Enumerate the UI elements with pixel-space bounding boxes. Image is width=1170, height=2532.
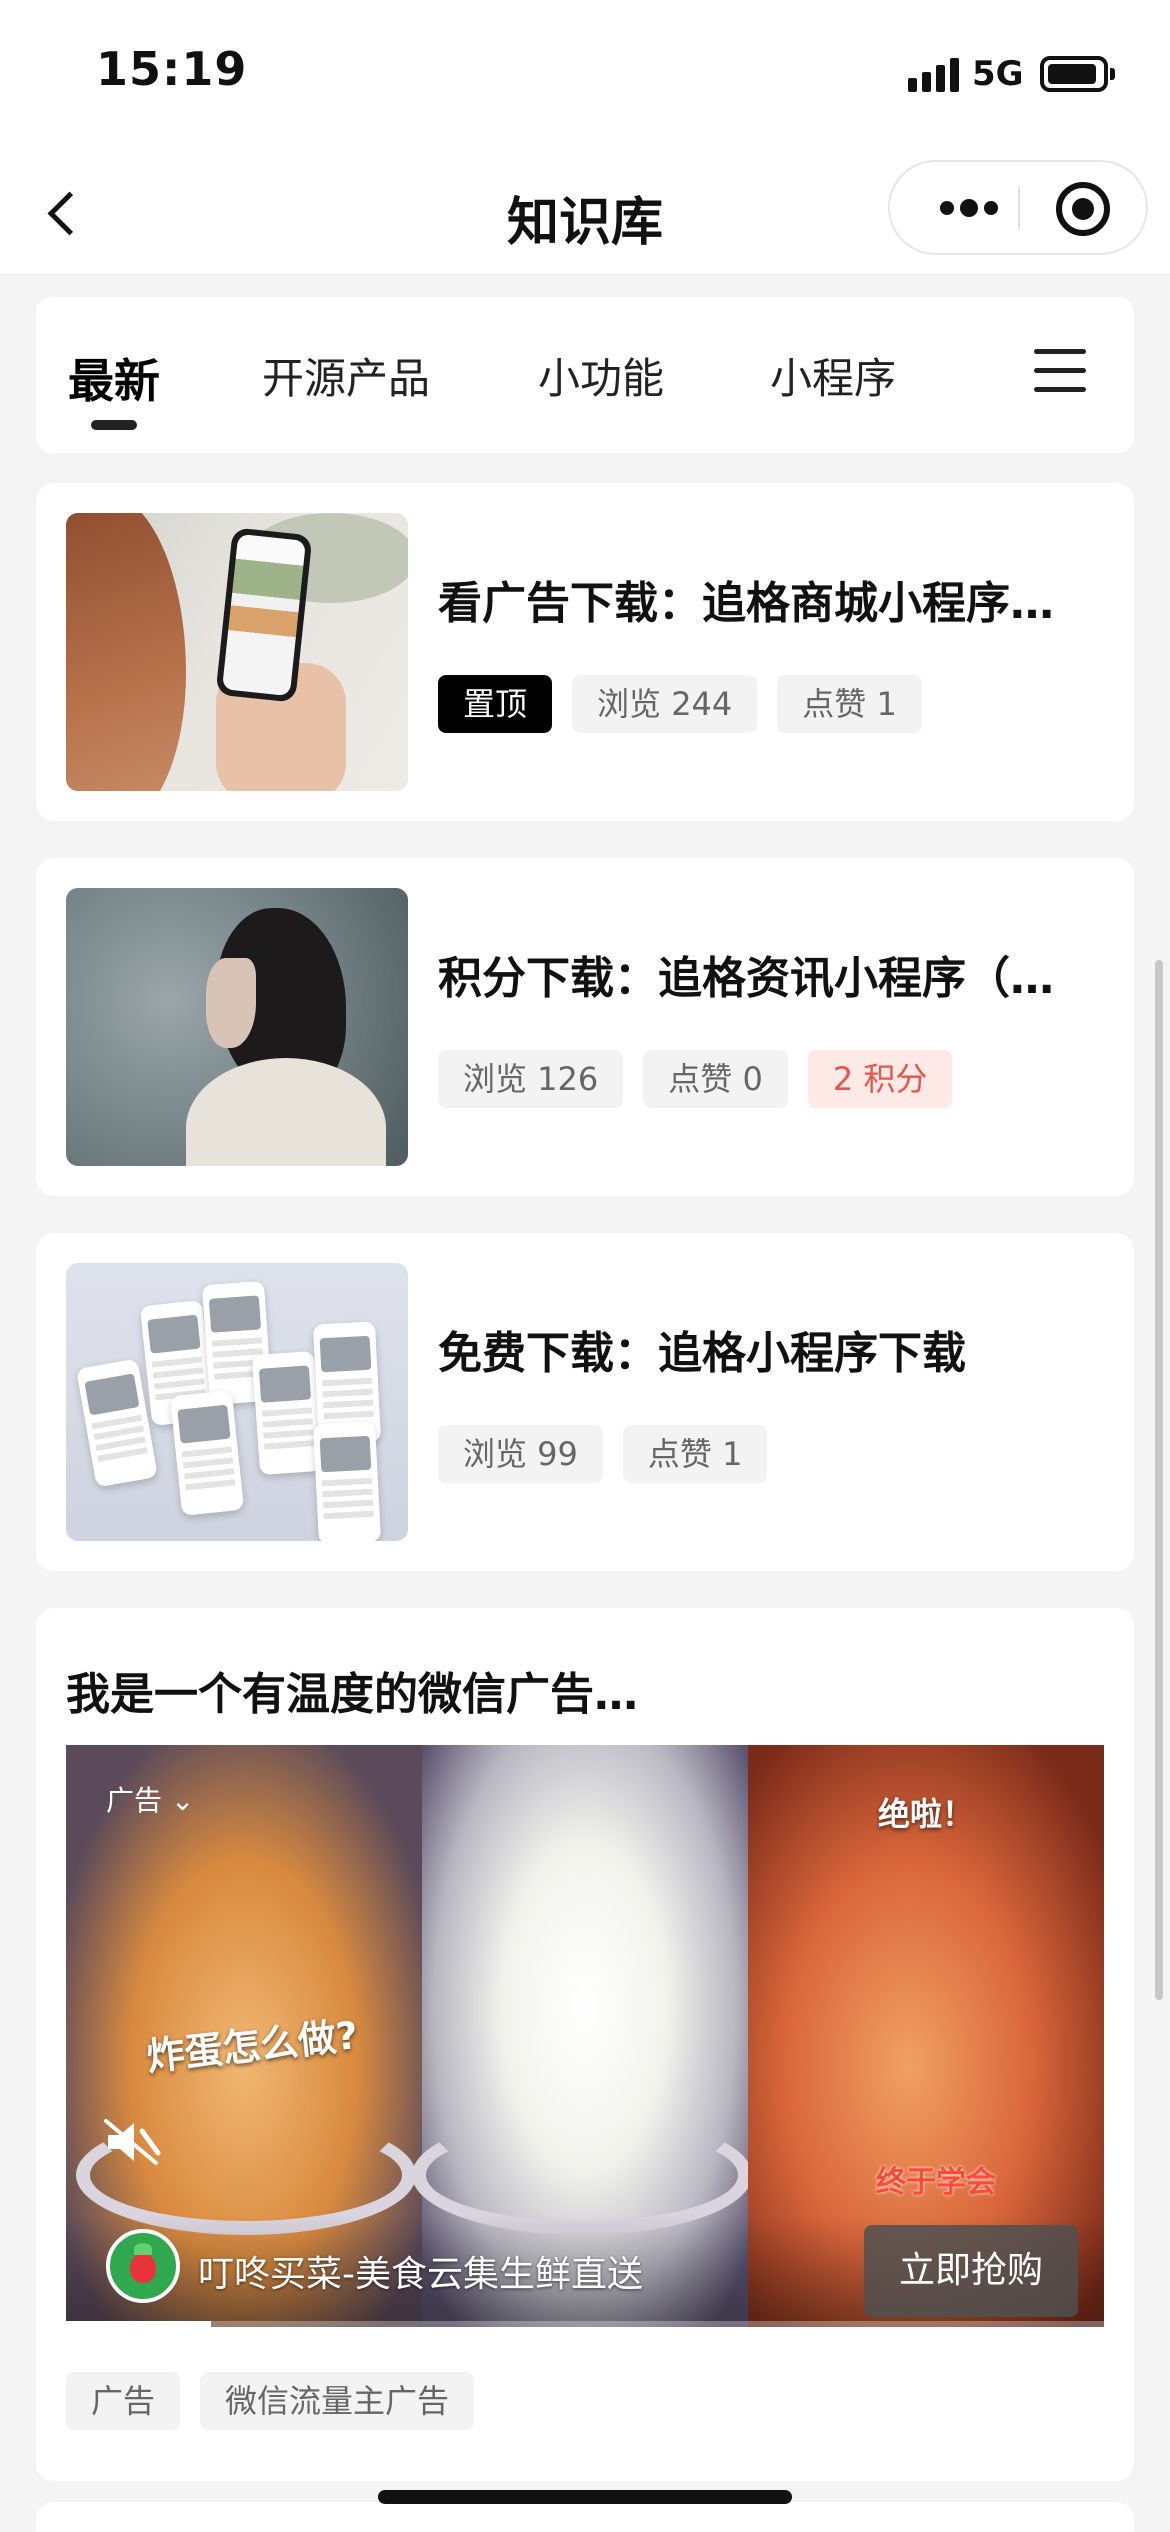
tab-mini-programs[interactable]: 小程序 [770, 345, 896, 406]
home-indicator[interactable] [378, 2490, 792, 2504]
next-card [36, 2502, 1134, 2532]
ad-title: 我是一个有温度的微信广告… [66, 1669, 638, 1720]
video-progress-fill [66, 2321, 212, 2327]
pinned-badge: 置顶 [438, 675, 553, 733]
article-thumbnail [66, 513, 408, 791]
category-tabs: 最新 开源产品 小功能 小程序 [36, 297, 1134, 453]
article-title: 积分下载：追格资讯小程序（… [438, 953, 1054, 1004]
ad-label-text: 广告 [106, 1784, 163, 1817]
article-thumbnail [66, 888, 408, 1166]
capsule-divider [1018, 186, 1020, 230]
close-miniprogram-icon[interactable] [1056, 182, 1110, 236]
ad-overlay-text: 绝啦！ [878, 1795, 975, 1833]
ad-video[interactable]: 炸蛋怎么做? 绝啦！ 终于学会 广告 ⌄ 叮咚买菜-美食云集生鲜直送 立即抢购 [66, 1745, 1104, 2327]
buy-now-button[interactable]: 立即抢购 [864, 2225, 1078, 2317]
status-time: 15:19 [96, 42, 248, 96]
network-type: 5G [972, 54, 1024, 94]
likes-badge: 点赞 1 [777, 675, 922, 733]
scrollbar[interactable] [1155, 960, 1163, 2000]
article-card[interactable]: 免费下载：追格小程序下载 浏览 99 点赞 1 [36, 1233, 1134, 1571]
video-progress-bar [66, 2321, 1104, 2327]
tab-open-source[interactable]: 开源产品 [262, 345, 430, 406]
tab-latest[interactable]: 最新 [68, 345, 160, 411]
likes-badge: 点赞 1 [622, 1425, 768, 1483]
miniprogram-capsule [888, 160, 1148, 255]
ad-tag: 微信流量主广告 [200, 2372, 475, 2430]
article-card[interactable]: 看广告下载：追格商城小程序… 置顶 浏览 244 点赞 1 [36, 483, 1134, 821]
views-badge: 浏览 244 [572, 675, 758, 733]
more-icon[interactable] [926, 162, 1006, 253]
battery-icon [1040, 56, 1115, 92]
article-card[interactable]: 积分下载：追格资讯小程序（… 浏览 126 点赞 0 2 积分 [36, 858, 1134, 1196]
views-badge: 浏览 126 [438, 1050, 624, 1108]
likes-badge: 点赞 0 [643, 1050, 788, 1108]
advertiser-name[interactable]: 叮咚买菜-美食云集生鲜直送 [198, 2245, 643, 2297]
advertiser-logo[interactable] [106, 2229, 180, 2303]
chevron-down-icon: ⌄ [170, 1784, 195, 1817]
menu-icon[interactable] [1034, 349, 1086, 393]
ad-label[interactable]: 广告 ⌄ [106, 1779, 194, 1819]
ad-tag: 广告 [66, 2372, 181, 2430]
points-badge: 2 积分 [807, 1050, 953, 1108]
article-thumbnail [66, 1263, 408, 1541]
ad-overlay-text: 终于学会 [876, 2165, 996, 2200]
ad-card: 我是一个有温度的微信广告… 炸蛋怎么做? 绝啦！ 终于学会 广告 ⌄ 叮咚买菜-… [36, 1608, 1134, 2481]
tab-small-features[interactable]: 小功能 [538, 345, 664, 406]
article-title: 免费下载：追格小程序下载 [438, 1328, 966, 1379]
signal-icon [908, 58, 960, 92]
views-badge: 浏览 99 [438, 1425, 603, 1483]
active-tab-indicator [91, 420, 137, 430]
nav-bar: 知识库 [0, 150, 1170, 275]
mute-icon[interactable] [102, 2117, 162, 2167]
ad-overlay-text: 炸蛋怎么做? [144, 2013, 361, 2079]
status-bar: 15:19 5G [0, 0, 1170, 150]
article-title: 看广告下载：追格商城小程序… [438, 578, 1054, 629]
